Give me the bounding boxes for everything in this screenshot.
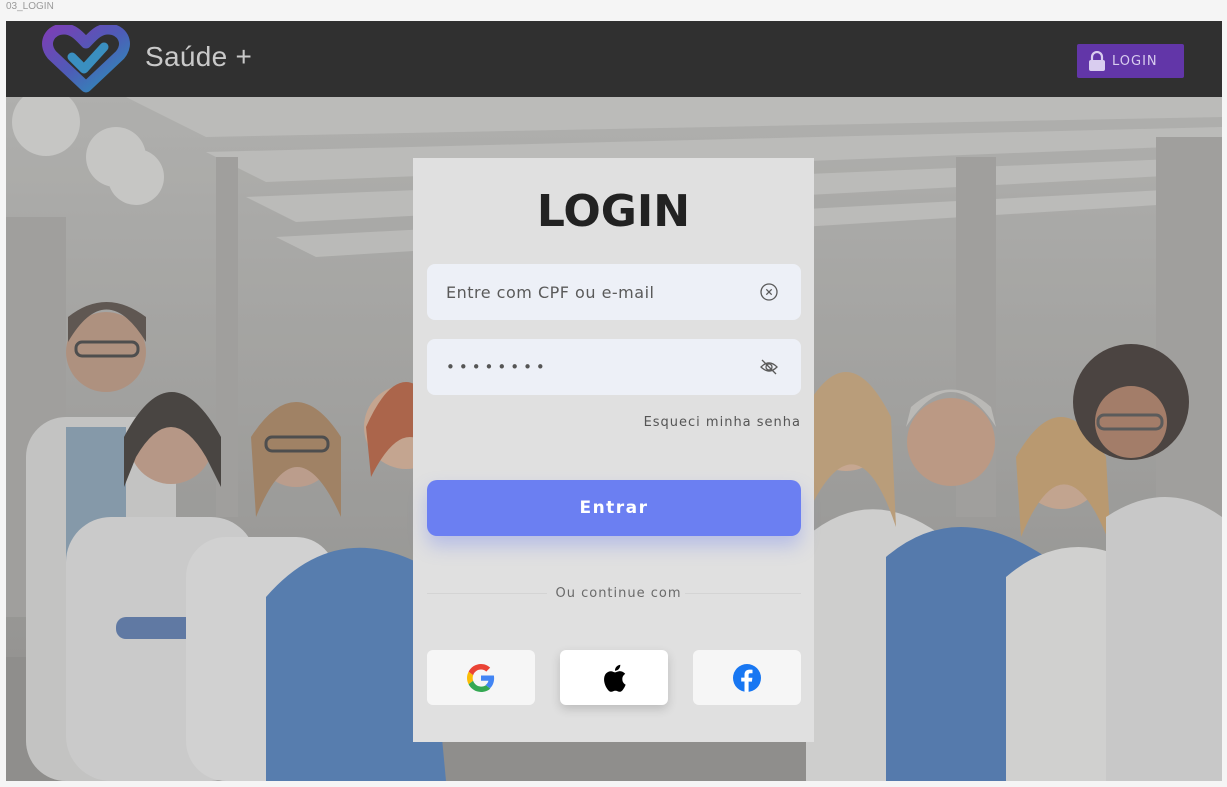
apple-login-button[interactable] — [560, 650, 668, 705]
login-title: LOGIN — [536, 186, 691, 237]
submit-button[interactable]: Entrar — [427, 480, 801, 536]
google-login-button[interactable] — [427, 650, 535, 705]
email-input[interactable] — [446, 282, 736, 302]
brand-name: Saúde + — [145, 41, 253, 72]
clear-circle-icon[interactable] — [759, 282, 779, 302]
google-icon — [467, 663, 495, 692]
header-login-label: LOGIN — [1112, 53, 1158, 69]
password-input[interactable]: •••••••• — [446, 358, 549, 376]
frame-label: 03_LOGIN — [6, 1, 54, 12]
lock-icon — [1089, 51, 1105, 71]
login-card: LOGIN •••••••• Esqueci minha senha Entra… — [413, 158, 814, 742]
page-frame: Saúde + LOGIN LOGIN Entre com CPF ou e-m… — [6, 21, 1222, 781]
forgot-password-link[interactable]: Esqueci minha senha — [644, 415, 801, 430]
facebook-icon — [733, 663, 761, 692]
divider-text: Ou continue com — [555, 586, 682, 601]
top-navbar: Saúde + LOGIN — [6, 21, 1222, 97]
apple-icon — [604, 664, 626, 692]
password-field-container[interactable]: •••••••• — [427, 339, 801, 395]
eye-off-icon[interactable] — [759, 357, 779, 377]
facebook-login-button[interactable] — [693, 650, 801, 705]
email-field-container — [427, 264, 801, 320]
header-login-button[interactable]: LOGIN — [1077, 44, 1184, 78]
heart-logo-icon — [42, 25, 130, 93]
